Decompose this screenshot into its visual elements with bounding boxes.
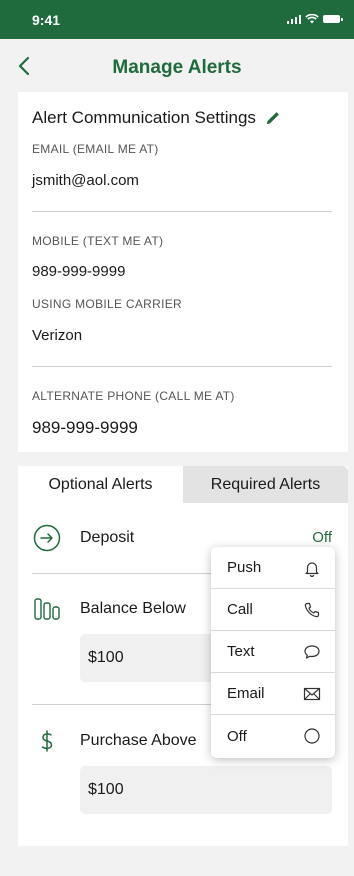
status-icons xyxy=(286,14,343,24)
dropdown-item-text[interactable]: Text xyxy=(211,631,335,673)
tab-required-alerts[interactable]: Required Alerts xyxy=(183,466,348,503)
mobile-label: MOBILE (TEXT ME AT) xyxy=(32,234,164,248)
settings-title: Alert Communication Settings xyxy=(32,108,256,127)
purchase-above-amount-field[interactable]: $100 xyxy=(80,766,332,814)
carrier-label: USING MOBILE CARRIER xyxy=(32,297,183,311)
circle-icon xyxy=(304,728,320,744)
phone-icon xyxy=(304,602,320,617)
battery-icon xyxy=(323,15,343,23)
nav-bar: Manage Alerts xyxy=(0,39,354,92)
alt-phone-label: ALTERNATE PHONE (CALL ME AT) xyxy=(32,389,235,403)
dropdown-item-label: Text xyxy=(227,643,255,660)
carrier-value: Verizon xyxy=(32,327,83,344)
dropdown-item-label: Push xyxy=(227,559,262,576)
mobile-value: 989-999-9999 xyxy=(32,263,126,280)
dropdown-item-push[interactable]: Push xyxy=(211,547,335,589)
dropdown-item-label: Email xyxy=(227,685,265,702)
dropdown-item-email[interactable]: Email xyxy=(211,673,335,715)
dropdown-item-off[interactable]: Off xyxy=(211,715,335,757)
status-bar: 9:41 xyxy=(0,0,354,39)
communication-settings-card: Alert Communication Settings EMAIL (EMAI… xyxy=(18,92,348,452)
purchase-above-label: Purchase Above xyxy=(80,732,197,749)
alert-method-dropdown: Push Call Text Email Off xyxy=(211,547,335,758)
divider xyxy=(32,366,332,367)
alt-phone-value: 989-999-9999 xyxy=(32,418,138,437)
wifi-icon xyxy=(305,14,319,24)
pencil-edit-icon[interactable] xyxy=(264,109,282,127)
dropdown-item-label: Call xyxy=(227,601,253,618)
status-time: 9:41 xyxy=(32,12,61,28)
tab-optional-alerts[interactable]: Optional Alerts xyxy=(18,466,183,503)
envelope-icon xyxy=(303,687,321,700)
email-value: jsmith@aol.com xyxy=(32,172,139,189)
arrow-circle-icon xyxy=(33,524,61,552)
dollar-icon xyxy=(41,730,53,752)
deposit-label: Deposit xyxy=(80,529,135,546)
balance-below-label: Balance Below xyxy=(80,600,186,617)
dropdown-item-call[interactable]: Call xyxy=(211,589,335,631)
email-label: EMAIL (EMAIL ME AT) xyxy=(32,142,159,156)
chat-icon xyxy=(304,644,320,659)
settings-title-row: Alert Communication Settings xyxy=(32,108,282,128)
signal-icon xyxy=(286,14,301,24)
bars-icon xyxy=(34,598,60,620)
divider xyxy=(32,211,332,212)
deposit-status-toggle[interactable]: Off xyxy=(312,529,332,546)
dropdown-item-label: Off xyxy=(227,727,247,745)
page-title: Manage Alerts xyxy=(112,57,242,78)
bell-icon xyxy=(305,561,319,577)
